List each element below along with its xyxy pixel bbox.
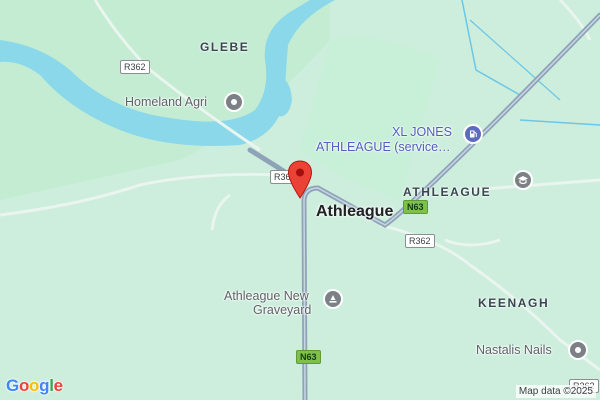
field-area <box>300 37 440 200</box>
google-logo[interactable]: Google <box>6 376 63 396</box>
google-logo-letter: g <box>39 376 50 395</box>
road-shield-r362: R362 <box>405 234 435 248</box>
poi-label-xl-jones-line1: XL JONES <box>392 125 452 139</box>
area-label-glebe: GLEBE <box>200 40 250 54</box>
poi-label-nastalis-nails[interactable]: Nastalis Nails <box>476 343 552 357</box>
location-pin-icon[interactable] <box>287 160 313 205</box>
area-label-athleague: ATHLEAGUE <box>403 185 492 199</box>
road-shield-n63: N63 <box>403 200 428 214</box>
town-label-athleague[interactable]: Athleague <box>316 203 393 221</box>
google-logo-letter: G <box>6 376 19 395</box>
stream <box>461 0 521 96</box>
stream <box>469 19 561 101</box>
map-canvas[interactable]: GLEBE ATHLEAGUE KEENAGH Athleague Homela… <box>0 0 600 400</box>
google-logo-letter: e <box>53 376 63 395</box>
map-attribution[interactable]: Map data ©2025 <box>515 385 596 398</box>
school-icon[interactable] <box>513 170 533 190</box>
river-island-channel <box>268 77 292 117</box>
poi-label-graveyard-line2[interactable]: Graveyard <box>253 303 311 317</box>
road-shield-r362: R362 <box>120 60 150 74</box>
poi-label-graveyard-line1[interactable]: Athleague New <box>224 289 309 303</box>
cemetery-icon[interactable] <box>323 289 343 309</box>
area-label-keenagh: KEENAGH <box>478 296 550 310</box>
poi-label-xl-jones[interactable]: XL JONES <box>392 125 452 139</box>
pin-circle-icon[interactable] <box>568 340 588 360</box>
pin-circle-icon[interactable] <box>224 92 244 112</box>
google-logo-letter: o <box>18 376 30 395</box>
poi-label-xl-jones-line2[interactable]: ATHLEAGUE (service… <box>316 140 451 154</box>
google-logo-letter: o <box>29 376 40 395</box>
stream <box>519 119 600 126</box>
poi-label-homeland-agri[interactable]: Homeland Agri <box>125 95 207 109</box>
road-shield-n63: N63 <box>296 350 321 364</box>
google-logo-text: Google <box>6 376 63 395</box>
gas-station-icon[interactable] <box>463 124 483 144</box>
